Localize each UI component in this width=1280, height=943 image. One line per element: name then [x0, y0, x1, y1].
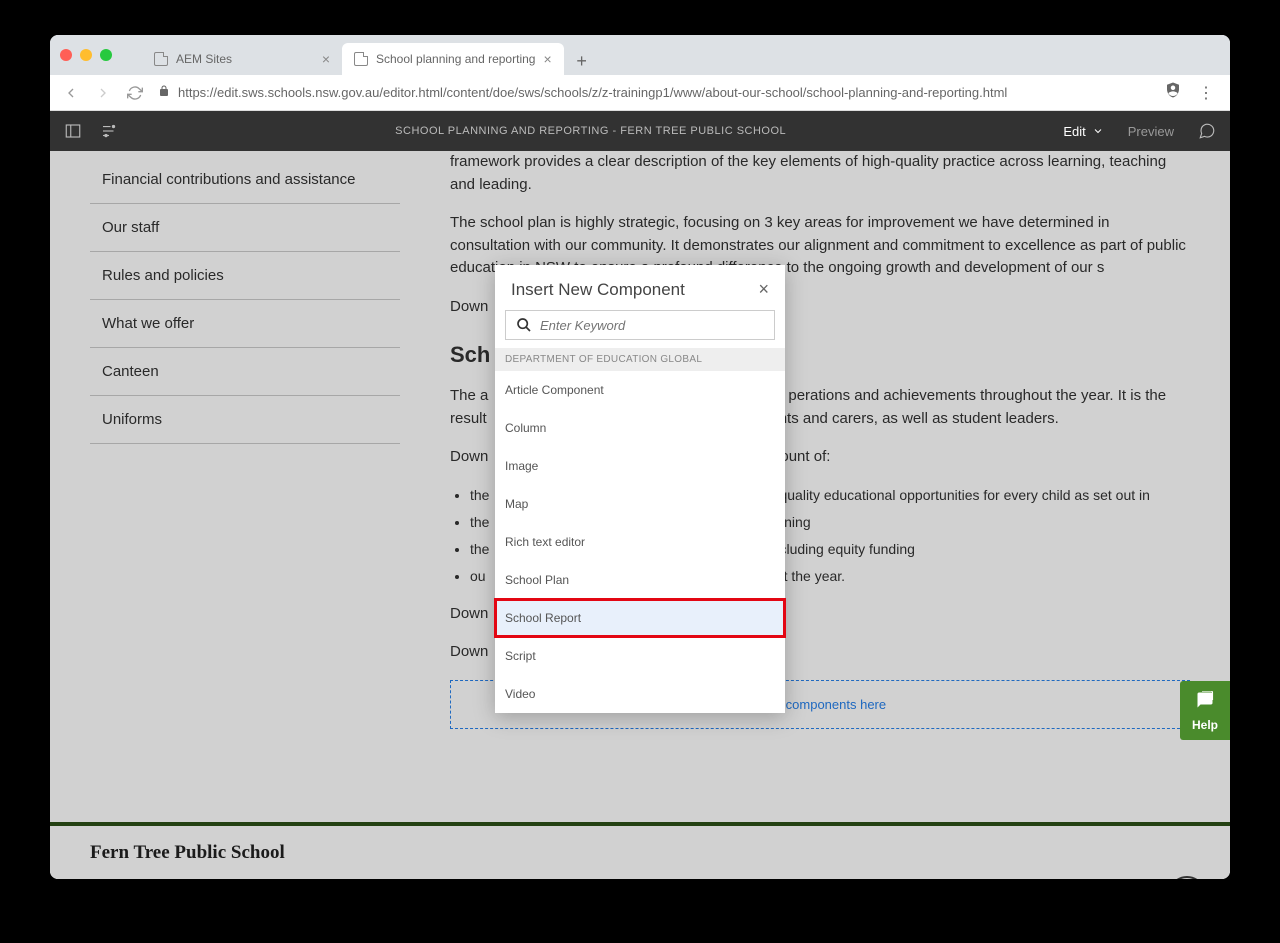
lock-icon: [158, 84, 170, 101]
side-nav-item[interactable]: What we offer: [90, 300, 400, 348]
window-minimize-button[interactable]: [80, 49, 92, 61]
component-option-school-report[interactable]: School Report: [495, 599, 785, 637]
close-icon[interactable]: ×: [758, 279, 769, 300]
footer: Fern Tree Public School: [50, 822, 1230, 879]
component-option[interactable]: Rich text editor: [495, 523, 785, 561]
component-option[interactable]: Image: [495, 447, 785, 485]
dialog-title: Insert New Component: [511, 280, 685, 300]
component-option[interactable]: Article Component: [495, 371, 785, 409]
close-icon[interactable]: ×: [543, 51, 551, 67]
page-icon: [154, 52, 168, 66]
edit-mode-dropdown[interactable]: Edit: [1063, 124, 1103, 139]
side-nav-item[interactable]: Rules and policies: [90, 252, 400, 300]
browser-tab[interactable]: AEM Sites ×: [142, 43, 342, 75]
side-nav-item[interactable]: Financial contributions and assistance: [90, 156, 400, 204]
forward-button[interactable]: [94, 84, 112, 102]
side-nav-item[interactable]: Our staff: [90, 204, 400, 252]
side-nav-item[interactable]: Canteen: [90, 348, 400, 396]
profile-icon[interactable]: [1164, 81, 1184, 104]
traffic-lights: [60, 49, 112, 61]
footer-title: Fern Tree Public School: [90, 842, 285, 864]
search-icon: [516, 317, 532, 333]
annotate-icon[interactable]: [1198, 122, 1216, 140]
component-group-header: DEPARTMENT OF EDUCATION GLOBAL: [495, 348, 785, 371]
sidepanel-toggle-icon[interactable]: [64, 122, 82, 140]
body-text: framework provides a clear description o…: [450, 151, 1190, 196]
address-bar: https://edit.sws.schools.nsw.gov.au/edit…: [50, 75, 1230, 111]
help-label: Help: [1180, 718, 1230, 732]
reload-button[interactable]: [126, 84, 144, 102]
chevron-down-icon: [1092, 125, 1104, 137]
new-tab-button[interactable]: +: [568, 47, 596, 75]
menu-icon[interactable]: ⋮: [1198, 83, 1218, 103]
component-option[interactable]: School Plan: [495, 561, 785, 599]
component-option[interactable]: Column: [495, 409, 785, 447]
tab-label: AEM Sites: [176, 52, 232, 66]
url-text[interactable]: https://edit.sws.schools.nsw.gov.au/edit…: [178, 85, 1007, 100]
side-nav: Financial contributions and assistance O…: [90, 151, 400, 879]
page-icon: [354, 52, 368, 66]
insert-component-dialog: Insert New Component × DEPARTMENT OF EDU…: [495, 265, 785, 713]
component-option[interactable]: Video: [495, 675, 785, 713]
page-title: SCHOOL PLANNING AND REPORTING - FERN TRE…: [118, 125, 1063, 137]
window-close-button[interactable]: [60, 49, 72, 61]
browser-tab[interactable]: School planning and reporting ×: [342, 43, 564, 75]
side-nav-item[interactable]: Uniforms: [90, 396, 400, 444]
back-button[interactable]: [62, 84, 80, 102]
browser-tab-bar: AEM Sites × School planning and reportin…: [50, 35, 1230, 75]
help-widget[interactable]: Help: [1180, 681, 1230, 740]
window-maximize-button[interactable]: [100, 49, 112, 61]
page-info-icon[interactable]: [100, 122, 118, 140]
chat-icon: [1180, 691, 1230, 714]
preview-button[interactable]: Preview: [1128, 124, 1174, 139]
search-input-wrap[interactable]: [505, 310, 775, 340]
search-input[interactable]: [540, 318, 764, 333]
tab-label: School planning and reporting: [376, 52, 535, 66]
component-option[interactable]: Map: [495, 485, 785, 523]
close-icon[interactable]: ×: [322, 51, 330, 67]
component-option[interactable]: Script: [495, 637, 785, 675]
aem-toolbar: SCHOOL PLANNING AND REPORTING - FERN TRE…: [50, 111, 1230, 151]
